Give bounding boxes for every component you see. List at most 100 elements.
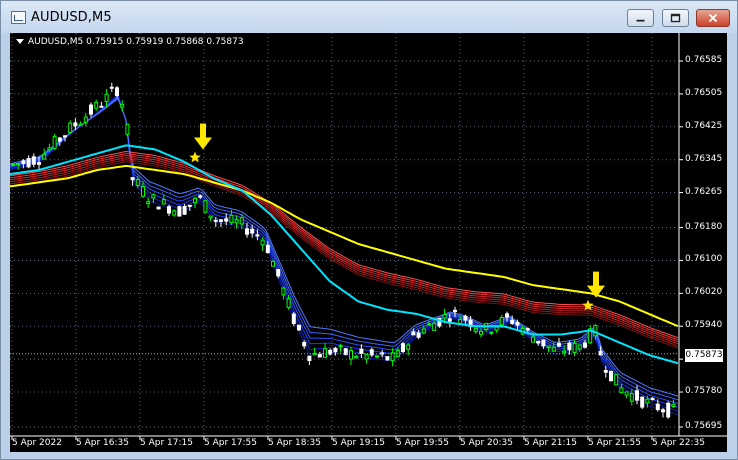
candle-body xyxy=(47,147,52,151)
price-tick-label: 0.76425 xyxy=(685,120,723,131)
terminal-window: AUDUSD,M5 AUDUSD,M5 0.75915 0.75919 0.75… xyxy=(0,0,738,460)
candle-body xyxy=(182,205,187,215)
red-ribbon-line xyxy=(10,161,679,349)
candle-body xyxy=(489,331,494,334)
candle-body xyxy=(551,346,556,352)
candle-body xyxy=(177,206,182,217)
collapse-triangle-icon[interactable] xyxy=(16,39,24,44)
candle-body xyxy=(666,402,671,418)
candle-body xyxy=(276,268,281,277)
price-tick-label: 0.75940 xyxy=(685,320,723,331)
candle-body xyxy=(37,162,41,165)
candle-body xyxy=(323,348,327,358)
candle-body xyxy=(364,354,369,360)
candle-body xyxy=(89,104,93,115)
candle-body xyxy=(172,210,177,216)
candle-body xyxy=(265,244,270,254)
candle-body xyxy=(401,343,405,353)
price-tick-label: 0.76265 xyxy=(685,186,723,197)
candle-body xyxy=(499,317,504,326)
candle-body xyxy=(577,344,582,350)
candle-body xyxy=(614,374,619,386)
candle-body xyxy=(567,342,572,351)
candle-body xyxy=(161,199,166,205)
time-tick-label: 5 Apr 17:55 xyxy=(204,438,257,448)
candle-body xyxy=(63,135,67,138)
price-tick-label: 0.76505 xyxy=(685,87,723,98)
candle-body xyxy=(130,177,135,181)
time-tick-label: 5 Apr 19:55 xyxy=(396,438,449,448)
candle-body xyxy=(432,322,437,331)
candle-body xyxy=(505,313,509,318)
red-ribbon-line xyxy=(10,159,679,347)
time-tick-label: 5 Apr 21:55 xyxy=(588,438,641,448)
candle-body xyxy=(219,219,223,222)
symbol-info: AUDUSD,M5 0.75915 0.75919 0.75868 0.7587… xyxy=(16,37,244,47)
candle-body xyxy=(213,219,218,222)
price-tick-label: 0.76585 xyxy=(685,55,723,65)
candle-body xyxy=(427,323,431,326)
minimize-button[interactable] xyxy=(627,9,654,27)
candle-body xyxy=(21,160,26,164)
candle-body xyxy=(224,218,229,222)
candle-body xyxy=(359,348,364,354)
candle-body xyxy=(83,116,88,123)
chart-canvas[interactable] xyxy=(10,33,727,452)
candle-body xyxy=(245,228,249,235)
candle-body xyxy=(671,403,676,408)
price-tick-label: 0.76345 xyxy=(685,153,723,164)
time-tick-label: 5 Apr 21:15 xyxy=(524,438,577,448)
candle-body xyxy=(141,186,145,197)
candle-body xyxy=(385,356,390,361)
price-chart[interactable]: AUDUSD,M5 0.75915 0.75919 0.75868 0.7587… xyxy=(10,33,727,452)
time-tick-label: 5 Apr 19:15 xyxy=(332,438,385,448)
candle-body xyxy=(333,347,338,353)
time-tick-label: 5 Apr 16:35 xyxy=(76,438,129,448)
candle-body xyxy=(239,217,244,225)
slow-ema-line xyxy=(10,164,679,328)
price-tick-label: 0.75695 xyxy=(685,421,723,431)
candle-body xyxy=(99,105,104,108)
candle-body xyxy=(416,332,421,338)
window-title: AUDUSD,M5 xyxy=(31,10,112,25)
candle-body xyxy=(42,153,47,160)
candle-body xyxy=(281,287,286,296)
candle-body xyxy=(479,330,483,335)
blue-ribbon-line xyxy=(10,96,679,404)
title-bar[interactable]: AUDUSD,M5 xyxy=(1,1,737,33)
price-tick-label: 0.76100 xyxy=(685,254,723,265)
candle-body xyxy=(494,326,499,331)
candle-body xyxy=(510,319,515,324)
price-tick-label: 0.76180 xyxy=(685,221,723,232)
candle-body xyxy=(115,87,119,96)
time-tick-label: 5 Apr 17:15 xyxy=(140,438,193,448)
candle-body xyxy=(453,309,457,313)
candle-body xyxy=(125,123,130,135)
candle-body xyxy=(120,103,125,108)
candle-body xyxy=(546,345,551,349)
candle-body xyxy=(598,350,603,356)
time-tick-label: 5 Apr 22:35 xyxy=(652,438,705,448)
price-tick-label: 0.75780 xyxy=(685,386,723,397)
maximize-button[interactable] xyxy=(662,9,689,27)
close-button[interactable] xyxy=(696,9,730,27)
candle-body xyxy=(291,313,296,324)
candle-body xyxy=(234,219,239,224)
candle-body xyxy=(255,234,260,237)
blue-ribbon-line xyxy=(10,93,679,416)
candle-body xyxy=(156,206,161,210)
candle-body xyxy=(349,350,353,360)
candle-body xyxy=(11,163,15,166)
candle-body xyxy=(302,342,307,347)
candle-body xyxy=(208,215,213,219)
candle-body xyxy=(317,353,322,358)
candle-body xyxy=(187,204,192,207)
candle-body xyxy=(260,239,265,246)
candle-body xyxy=(640,396,645,408)
current-price-label: 0.75873 xyxy=(685,349,723,362)
candle-body xyxy=(307,355,312,362)
red-ribbon-line xyxy=(10,155,679,343)
candle-body xyxy=(271,260,275,267)
candle-body xyxy=(635,390,639,401)
candle-body xyxy=(375,355,379,358)
